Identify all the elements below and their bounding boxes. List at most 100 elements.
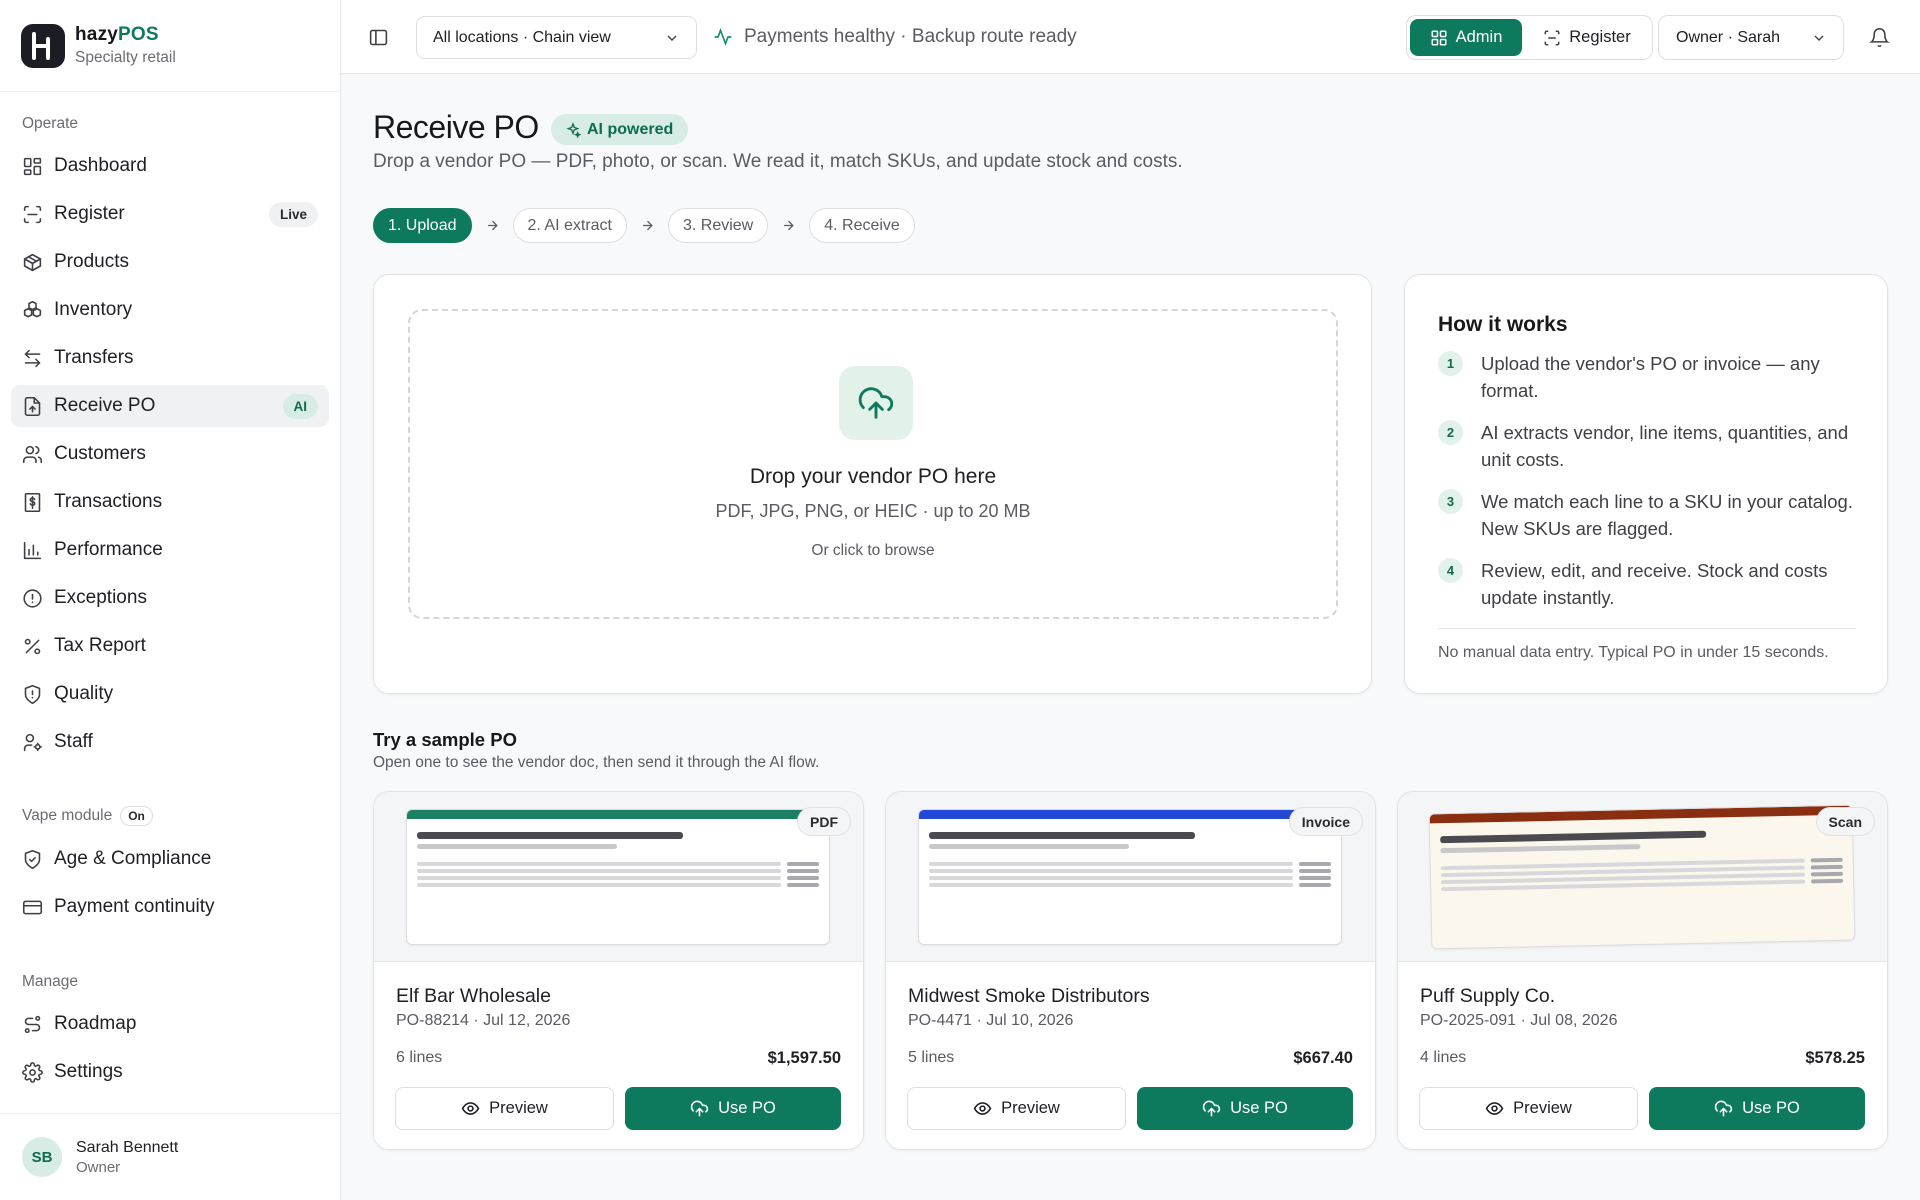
- sidebar-item-roadmap[interactable]: Roadmap: [11, 1003, 329, 1045]
- doc-header-bar: [1429, 805, 1852, 824]
- user-cog-icon: [23, 733, 43, 751]
- sidebar-item-dashboard[interactable]: Dashboard: [11, 145, 329, 187]
- use-po-label: Use PO: [1230, 1099, 1288, 1117]
- topbar: All locations · Chain view Payments heal…: [341, 0, 1920, 74]
- po-preview-thumbnail[interactable]: Invoice: [886, 792, 1375, 962]
- brand-name: hazyPOS: [75, 24, 159, 45]
- po-preview-thumbnail[interactable]: Scan: [1398, 792, 1887, 962]
- bar-chart-icon: [23, 541, 42, 559]
- sidebar-item-settings[interactable]: Settings: [11, 1051, 329, 1093]
- sidebar-item-label: Settings: [54, 1061, 123, 1082]
- nav-badge: Live: [268, 201, 318, 227]
- preview-button[interactable]: Preview: [1419, 1087, 1638, 1130]
- po-total: $667.40: [1293, 1049, 1353, 1067]
- arrow-right-icon: [640, 218, 655, 233]
- sidebar-item-performance[interactable]: Performance: [11, 529, 329, 571]
- bell-icon[interactable]: [1867, 25, 1891, 49]
- doc-line: [417, 844, 617, 849]
- doc-line: [929, 883, 1293, 887]
- sidebar-item-payment-continuity[interactable]: Payment continuity: [11, 886, 329, 928]
- page-subtitle: Drop a vendor PO — PDF, photo, or scan. …: [373, 151, 1183, 172]
- mode-switch: Admin Register: [1406, 15, 1653, 60]
- sidebar-item-staff[interactable]: Staff: [11, 721, 329, 763]
- browse-link[interactable]: Or click to browse: [410, 542, 1336, 560]
- use-po-button[interactable]: Use PO: [1137, 1087, 1353, 1130]
- sidebar-item-transactions[interactable]: Transactions: [11, 481, 329, 523]
- box-icon: [23, 253, 42, 271]
- gear-icon: [22, 1061, 43, 1083]
- sidebar-item-transfers[interactable]: Transfers: [11, 337, 329, 379]
- preview-button[interactable]: Preview: [395, 1087, 614, 1130]
- sidebar-item-register[interactable]: Register Live: [11, 193, 329, 235]
- use-po-label: Use PO: [1742, 1099, 1800, 1117]
- doc-line: [1299, 869, 1331, 873]
- step-number: 3: [1438, 489, 1463, 514]
- po-line-count: 5 lines: [908, 1049, 955, 1066]
- activity-icon: [714, 27, 732, 47]
- doc-line: [1299, 862, 1331, 866]
- step-text: AI extracts vendor, line items, quantiti…: [1481, 422, 1849, 470]
- user-profile[interactable]: SB Sarah Bennett Owner: [0, 1113, 340, 1200]
- step-1[interactable]: 1. Upload: [373, 208, 472, 243]
- sidebar-item-tax-report[interactable]: Tax Report: [11, 625, 329, 667]
- sidebar-item-customers[interactable]: Customers: [11, 433, 329, 475]
- sidebar-item-label: Transactions: [54, 491, 163, 512]
- sidebar-toggle-icon[interactable]: [366, 25, 390, 49]
- sidebar-item-label: Quality: [54, 683, 114, 704]
- sample-po-card[interactable]: Invoice Midwest Smoke Distributors PO-4471…: [885, 791, 1376, 1150]
- sidebar-item-quality[interactable]: Quality: [11, 673, 329, 715]
- use-po-button[interactable]: Use PO: [1649, 1087, 1865, 1130]
- step-3[interactable]: 3. Review: [667, 208, 769, 243]
- how-it-works-list: 1 Upload the vendor's PO or invoice — any…: [1438, 350, 1858, 626]
- doc-line: [1440, 844, 1641, 854]
- brand[interactable]: hazyPOS Specialty retail: [0, 0, 340, 92]
- stepper: 1. Upload 2. AI extract 3. Review 4. Receiv…: [373, 208, 915, 243]
- sidebar-item-exceptions[interactable]: Exceptions: [11, 577, 329, 619]
- how-step: 1 Upload the vendor's PO or invoice — any…: [1438, 350, 1858, 404]
- cloud-upload-icon: [690, 1100, 709, 1117]
- sample-po-card[interactable]: Scan Puff Supply Co. PO-2025-091 · Jul 08,…: [1397, 791, 1888, 1150]
- sidebar-item-label: Staff: [54, 731, 93, 752]
- sidebar-item-label: Dashboard: [54, 155, 147, 176]
- doc-line: [787, 862, 819, 866]
- step-number: 1: [1438, 351, 1463, 376]
- sidebar-item-products[interactable]: Products: [11, 241, 329, 283]
- chevron-down-icon: [1814, 35, 1824, 41]
- po-preview-thumbnail[interactable]: PDF: [374, 792, 863, 962]
- sidebar-item-receive-po[interactable]: Receive PO AI: [11, 385, 329, 427]
- po-total: $1,597.50: [767, 1049, 841, 1067]
- sidebar-item-inventory[interactable]: Inventory: [11, 289, 329, 331]
- preview-button[interactable]: Preview: [907, 1087, 1126, 1130]
- doc-type-badge: Scan: [1815, 807, 1875, 836]
- doc-type-badge: Invoice: [1288, 807, 1363, 836]
- step-2[interactable]: 2. AI extract: [512, 208, 627, 243]
- mode-admin-label: Admin: [1455, 28, 1503, 46]
- po-meta: PO-4471 · Jul 10, 2026: [908, 1012, 1074, 1029]
- eye-icon: [1485, 1102, 1504, 1115]
- receipt-icon: [24, 492, 41, 512]
- step-text: We match each line to a SKU in your cata…: [1481, 491, 1853, 539]
- document-thumbnail: [918, 809, 1342, 945]
- doc-line: [787, 883, 819, 887]
- sidebar-item-label: Customers: [54, 443, 146, 464]
- page-title: Receive PO: [373, 109, 539, 145]
- chevron-down-icon: [667, 35, 677, 41]
- doc-line: [929, 832, 1195, 839]
- sidebar-item-label: Inventory: [54, 299, 133, 320]
- section-operate: Operate: [22, 115, 79, 132]
- doc-line: [787, 876, 819, 880]
- sidebar-item-label: Payment continuity: [54, 896, 215, 917]
- step-4[interactable]: 4. Receive: [809, 208, 915, 243]
- location-select[interactable]: All locations · Chain view: [416, 16, 697, 59]
- mode-register-button[interactable]: Register: [1527, 19, 1647, 56]
- sample-po-card[interactable]: PDF Elf Bar Wholesale PO-88214 · Jul 12, 2…: [373, 791, 864, 1150]
- use-po-button[interactable]: Use PO: [625, 1087, 841, 1130]
- sidebar-item-label: Tax Report: [54, 635, 146, 656]
- owner-select[interactable]: Owner · Sarah: [1658, 15, 1844, 60]
- sidebar-item-age-compliance[interactable]: Age & Compliance: [11, 838, 329, 880]
- dashboard-icon: [23, 157, 42, 175]
- file-icon: [24, 396, 41, 416]
- mode-admin-button[interactable]: Admin: [1410, 19, 1522, 56]
- dropzone[interactable]: Drop your vendor PO here PDF, JPG, PNG, …: [408, 309, 1338, 619]
- arrows-icon: [24, 349, 41, 367]
